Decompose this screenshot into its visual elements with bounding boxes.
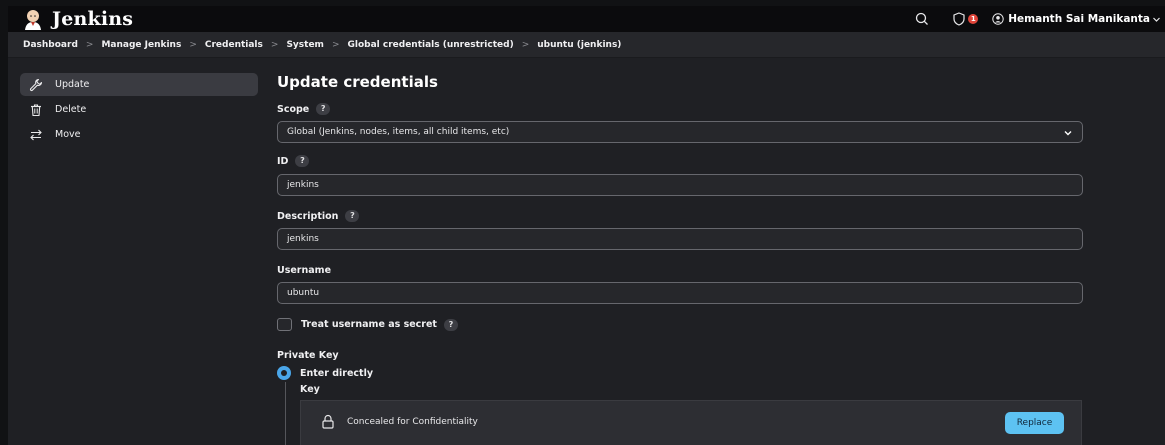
breadcrumb-separator: >	[521, 39, 530, 50]
sidebar-item-delete[interactable]: Delete	[20, 98, 258, 121]
breadcrumb-global-credentials[interactable]: Global credentials (unrestricted)	[347, 40, 513, 50]
user-avatar-icon[interactable]	[992, 13, 1004, 25]
treat-secret-label[interactable]: Treat username as secret	[301, 319, 437, 330]
key-label-row: Key	[300, 384, 320, 395]
sidebar-item-update[interactable]: Update	[20, 73, 258, 96]
window-left-edge	[0, 0, 8, 445]
username-field[interactable]: ubuntu	[277, 282, 1083, 304]
lock-icon	[322, 414, 334, 429]
description-label: Description	[277, 210, 339, 222]
sidebar-item-move[interactable]: Move	[20, 123, 258, 146]
sidebar-item-label: Update	[55, 79, 90, 90]
move-arrows-icon	[30, 129, 42, 140]
sidebar-item-label: Delete	[55, 104, 87, 115]
id-label: ID	[277, 155, 289, 167]
notification-badge[interactable]: 1	[968, 14, 979, 24]
help-icon[interactable]: ?	[345, 210, 360, 222]
trash-icon	[31, 103, 41, 116]
id-label-row: ID ?	[277, 155, 310, 167]
help-icon[interactable]: ?	[316, 103, 331, 115]
scope-select[interactable]: Global (Jenkins, nodes, items, all child…	[277, 121, 1083, 143]
username-label-row: Username	[277, 265, 331, 276]
breadcrumb: Dashboard > Manage Jenkins > Credentials…	[8, 32, 1165, 58]
concealed-key-box: Concealed for Confidentiality Replace	[300, 400, 1082, 445]
description-label-row: Description ?	[277, 210, 360, 222]
scope-selected-value: Global (Jenkins, nodes, items, all child…	[287, 127, 510, 137]
scope-label-row: Scope ?	[277, 103, 331, 115]
breadcrumb-manage-jenkins[interactable]: Manage Jenkins	[101, 40, 181, 50]
enter-directly-radio[interactable]	[277, 366, 291, 380]
jenkins-butler-logo-icon	[25, 10, 41, 30]
private-key-label-row: Private Key	[277, 350, 339, 361]
treat-username-secret-checkbox[interactable]	[277, 318, 292, 331]
radio-group-indent-line	[285, 382, 286, 445]
id-field[interactable]: jenkins	[277, 174, 1083, 196]
breadcrumb-separator: >	[331, 39, 340, 50]
description-value: jenkins	[287, 234, 319, 244]
side-panel: Update Delete Move	[20, 73, 258, 148]
help-icon[interactable]: ?	[295, 155, 310, 167]
description-field[interactable]: jenkins	[277, 228, 1083, 250]
user-name-link[interactable]: Hemanth Sai Manikanta	[1008, 13, 1150, 25]
chevron-down-icon[interactable]	[1152, 15, 1161, 24]
breadcrumb-credentials[interactable]: Credentials	[205, 40, 263, 50]
key-label: Key	[300, 384, 320, 395]
page-title: Update credentials	[277, 73, 438, 91]
breadcrumb-current-credential[interactable]: ubuntu (jenkins)	[537, 40, 621, 50]
enter-directly-label[interactable]: Enter directly	[300, 368, 373, 379]
concealed-text: Concealed for Confidentiality	[347, 417, 478, 427]
breadcrumb-system[interactable]: System	[286, 40, 324, 50]
enter-directly-row: Enter directly	[277, 366, 373, 380]
security-shield-icon[interactable]	[952, 12, 966, 26]
replace-button[interactable]: Replace	[1005, 412, 1064, 434]
search-icon[interactable]	[914, 11, 930, 27]
notification-count: 1	[970, 15, 976, 23]
username-value: ubuntu	[287, 288, 320, 298]
treat-secret-row: Treat username as secret ?	[277, 318, 458, 331]
username-label: Username	[277, 265, 332, 276]
id-value: jenkins	[287, 180, 319, 190]
breadcrumb-separator: >	[189, 39, 197, 50]
scope-label: Scope	[277, 103, 310, 115]
sidebar-item-label: Move	[55, 129, 81, 140]
breadcrumb-separator: >	[270, 39, 279, 50]
wrench-icon	[29, 78, 43, 91]
chevron-down-icon	[1064, 131, 1072, 136]
breadcrumb-dashboard[interactable]: Dashboard	[23, 40, 78, 50]
breadcrumb-separator: >	[85, 39, 94, 50]
jenkins-home-link[interactable]: Jenkins	[22, 8, 133, 30]
app-name: Jenkins	[52, 8, 134, 30]
top-header: Jenkins 1 Hemanth Sai Manikanta	[8, 6, 1165, 32]
help-icon[interactable]: ?	[443, 318, 458, 331]
private-key-label: Private Key	[277, 350, 339, 361]
